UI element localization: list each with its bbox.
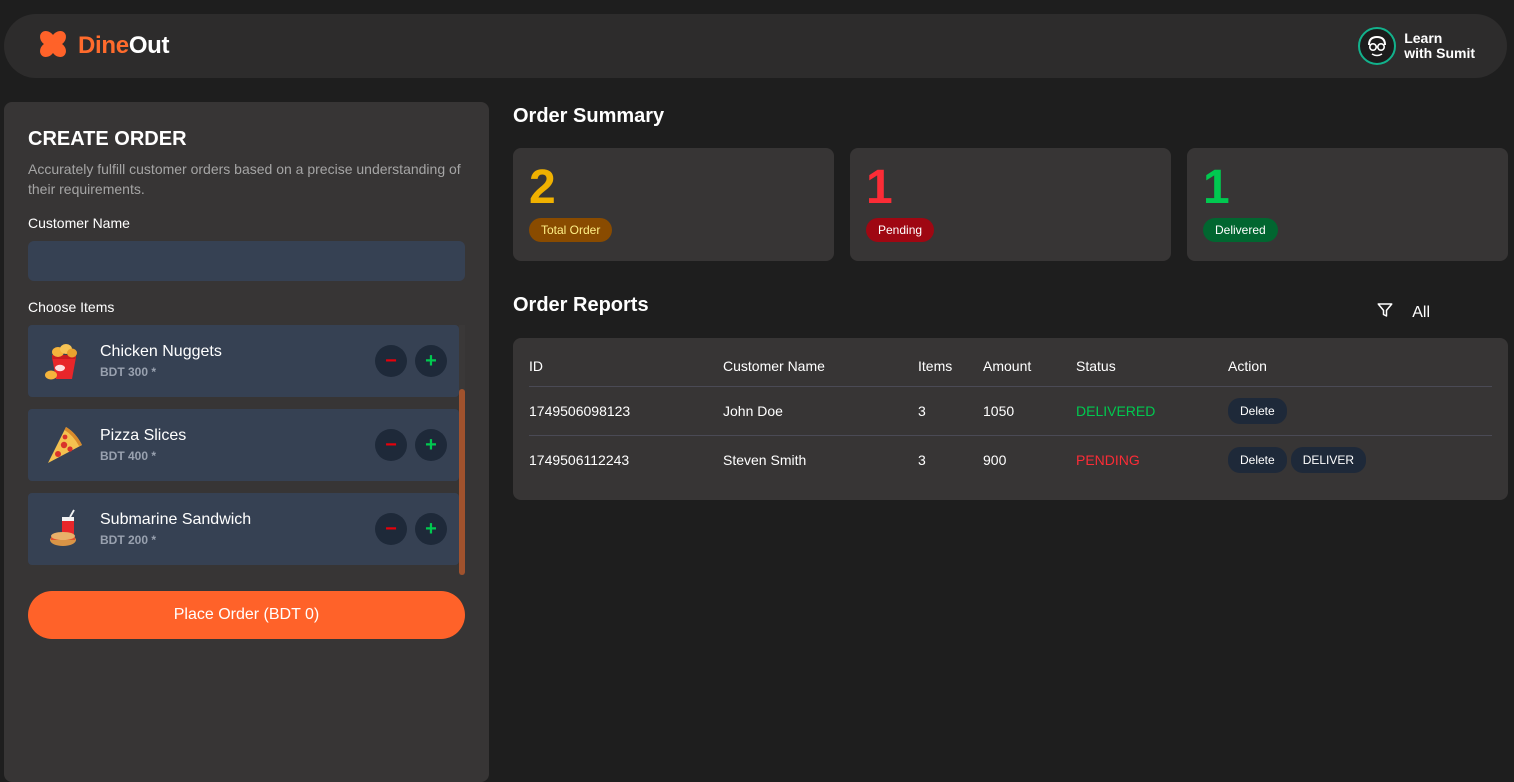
filter-selected-value[interactable]: All: [1412, 304, 1430, 322]
item-count: 3: [918, 386, 983, 436]
delivered-count: 1: [1203, 161, 1230, 214]
avatar-icon: [1358, 27, 1397, 65]
minus-icon: −: [385, 349, 397, 372]
order-status: DELIVERED: [1076, 386, 1228, 436]
create-order-description: Accurately fulfill customer orders based…: [28, 161, 461, 197]
scrollbar-thumb[interactable]: [459, 389, 465, 575]
choose-items-label: Choose Items: [28, 299, 115, 315]
menu-item: Pizza Slices BDT 400 * − +: [28, 409, 459, 481]
pending-badge: Pending: [866, 218, 935, 242]
increase-quantity-button[interactable]: +: [415, 513, 447, 545]
item-info: Submarine Sandwich BDT 200 *: [100, 511, 367, 547]
nuggets-icon: [42, 339, 86, 383]
filter-icon[interactable]: [1376, 301, 1394, 324]
table-row: 1749506112243 Steven Smith 3 900 PENDING…: [529, 435, 1492, 484]
table-header-row: ID Customer Name Items Amount Status Act…: [529, 346, 1492, 387]
customer-name: Steven Smith: [723, 451, 807, 468]
item-name: Pizza Slices: [100, 427, 187, 444]
summary-cards: 2 Total Order 1 Pending 1 Delivered: [513, 148, 1508, 261]
column-header-status: Status: [1076, 346, 1228, 387]
clover-logo-icon: [36, 27, 70, 66]
plus-icon: +: [425, 433, 437, 456]
menu-item: Submarine Sandwich BDT 200 * − +: [28, 493, 459, 565]
customer-name: John Doe: [723, 386, 918, 436]
delete-button[interactable]: Delete: [1228, 397, 1287, 424]
minus-icon: −: [385, 517, 397, 540]
order-summary-title: Order Summary: [513, 105, 665, 127]
order-amount: 1050: [983, 386, 1076, 436]
pending-card: 1 Pending: [850, 148, 1171, 261]
total-order-card: 2 Total Order: [513, 148, 834, 261]
increase-quantity-button[interactable]: +: [415, 345, 447, 377]
top-nav-bar: DineOut Learn with Sumit: [4, 14, 1507, 78]
total-order-count: 2: [529, 161, 556, 214]
items-scrollbar[interactable]: [459, 325, 465, 575]
column-header-amount: Amount: [983, 346, 1076, 387]
row-actions: Delete DELIVER: [1228, 435, 1492, 484]
items-list: Chicken Nuggets BDT 300 * − + Pizza Slic…: [28, 325, 459, 565]
table-row: 1749506098123 John Doe 3 1050 DELIVERED …: [529, 386, 1492, 436]
brand-name-part2: Out: [128, 32, 170, 59]
menu-item: Chicken Nuggets BDT 300 * − +: [28, 325, 459, 397]
item-name: Submarine Sandwich: [100, 511, 252, 528]
create-order-panel: CREATE ORDER Accurately fulfill customer…: [4, 102, 489, 782]
order-amount: 900: [983, 451, 1007, 468]
brand-name: DineOut: [78, 32, 170, 60]
row-actions: Delete: [1228, 386, 1492, 436]
item-info: Chicken Nuggets BDT 300 *: [100, 343, 367, 379]
item-count: 3: [918, 451, 926, 468]
brand-logo[interactable]: DineOut: [36, 27, 170, 66]
column-header-action: Action: [1228, 346, 1492, 387]
item-price: BDT 400 *: [100, 449, 157, 463]
lws-line2: with Sumit: [1404, 45, 1475, 61]
item-info: Pizza Slices BDT 400 *: [100, 427, 367, 463]
pizza-icon: [42, 423, 86, 467]
lws-text: Learn with Sumit: [1404, 31, 1475, 61]
place-order-button[interactable]: Place Order (BDT 0): [28, 591, 465, 639]
sandwich-icon: [42, 507, 86, 551]
deliver-button[interactable]: DELIVER: [1290, 446, 1367, 473]
order-id: 1749506112243: [529, 451, 630, 468]
create-order-title: CREATE ORDER: [28, 128, 187, 150]
decrease-quantity-button[interactable]: −: [375, 429, 407, 461]
decrease-quantity-button[interactable]: −: [375, 513, 407, 545]
delete-button[interactable]: Delete: [1228, 446, 1287, 473]
column-header-customer-name: Customer Name: [723, 346, 918, 387]
order-status: PENDING: [1076, 451, 1140, 468]
item-name: Chicken Nuggets: [100, 343, 222, 360]
items-scroll-container: Chicken Nuggets BDT 300 * − + Pizza Slic…: [28, 325, 465, 575]
order-reports-table: ID Customer Name Items Amount Status Act…: [513, 338, 1508, 500]
column-header-id: ID: [529, 346, 723, 387]
plus-icon: +: [425, 517, 437, 540]
item-price: BDT 200 *: [100, 533, 157, 547]
delivered-card: 1 Delivered: [1187, 148, 1508, 261]
order-id: 1749506098123: [529, 386, 723, 436]
customer-name-label: Customer Name: [28, 215, 130, 231]
total-order-badge: Total Order: [529, 218, 613, 242]
pending-count: 1: [866, 161, 893, 214]
delivered-badge: Delivered: [1203, 218, 1278, 242]
learn-with-sumit-logo[interactable]: Learn with Sumit: [1358, 27, 1475, 65]
lws-line1: Learn: [1404, 30, 1443, 46]
item-price: BDT 300 *: [100, 365, 157, 379]
customer-name-input[interactable]: [28, 241, 465, 281]
order-reports-title: Order Reports: [513, 294, 649, 316]
minus-icon: −: [385, 433, 397, 456]
main-content: Order Summary 2 Total Order 1 Pending 1 …: [513, 102, 1508, 500]
column-header-items: Items: [918, 346, 983, 387]
order-reports-header: Order Reports All: [513, 287, 1508, 324]
decrease-quantity-button[interactable]: −: [375, 345, 407, 377]
plus-icon: +: [425, 349, 437, 372]
increase-quantity-button[interactable]: +: [415, 429, 447, 461]
status-filter[interactable]: All: [1376, 301, 1430, 324]
brand-name-part1: Dine: [78, 32, 129, 59]
